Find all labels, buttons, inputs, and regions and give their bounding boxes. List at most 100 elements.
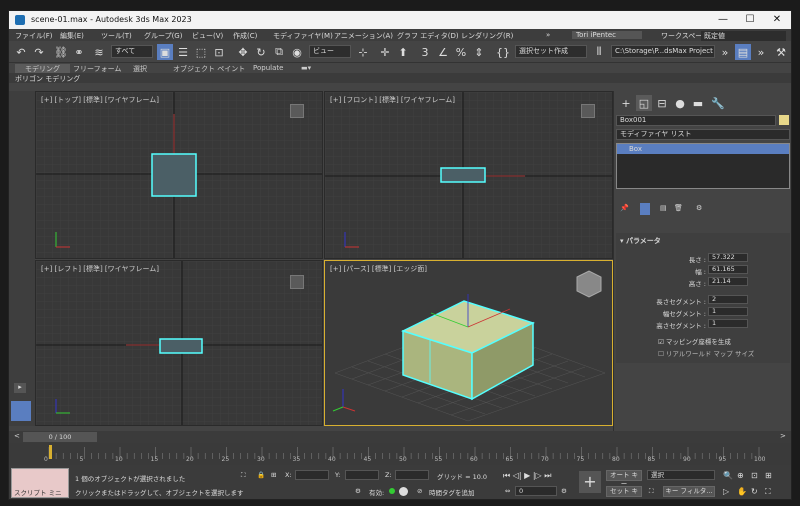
time-tag-icon[interactable]: ⊘: [417, 487, 422, 495]
remove-modifier-icon[interactable]: 🗑: [674, 204, 683, 212]
play-side-icon[interactable]: ▸: [14, 383, 26, 393]
select-by-name-icon[interactable]: ☰: [175, 44, 191, 60]
viewport-perspective-label[interactable]: [+] [パース] [標準] [エッジ面]: [330, 264, 427, 274]
viewport-left-label[interactable]: [+] [レフト] [標準] [ワイヤフレーム]: [41, 264, 159, 274]
time-slider[interactable]: 0 / 100: [23, 432, 97, 442]
close-button[interactable]: ✕: [764, 13, 790, 27]
edit-named-selection-icon[interactable]: {}: [495, 44, 511, 60]
select-manipulate-icon[interactable]: ✛: [377, 44, 393, 60]
toolbar-more-icon[interactable]: »: [717, 44, 733, 60]
menu-animation[interactable]: アニメーション(A): [334, 31, 393, 41]
viewport-top[interactable]: [+] [トップ] [標準] [ワイヤフレーム]: [35, 91, 323, 259]
height-spinner[interactable]: 21.14: [708, 277, 748, 286]
set-key-button[interactable]: セット キー: [606, 486, 642, 499]
key-mode-icon[interactable]: ⇔: [505, 487, 510, 495]
menu-more[interactable]: »: [546, 31, 550, 39]
snap-toggle-icon[interactable]: 3: [417, 44, 433, 60]
zoom-icon[interactable]: 🔍: [723, 471, 733, 480]
menu-view[interactable]: ビュー(V): [192, 31, 223, 41]
zoom-all-icon[interactable]: ⊕: [737, 471, 744, 480]
utilities-tab-icon[interactable]: 🔧: [710, 95, 726, 111]
link-icon[interactable]: ⛓: [53, 44, 69, 60]
maxscript-listener[interactable]: スクリプト ミニ リス: [11, 468, 69, 498]
adaptive-degradation-icon[interactable]: ⚙: [355, 487, 361, 495]
angle-snap-icon[interactable]: ∠: [435, 44, 451, 60]
menu-create[interactable]: 作成(C): [233, 31, 257, 41]
maximize-button[interactable]: ☐: [737, 13, 763, 27]
enabled-indicator[interactable]: [389, 488, 395, 494]
viewport-perspective[interactable]: [+] [パース] [標準] [エッジ面]: [324, 260, 613, 426]
enabled-toggle-icon[interactable]: [399, 487, 408, 496]
user-menu[interactable]: Tori iPentec: [572, 31, 642, 39]
mirror-icon[interactable]: ⫴: [591, 44, 607, 60]
menu-rendering[interactable]: レンダリング(R): [461, 31, 513, 41]
menu-graph-editors[interactable]: グラフ エディタ(D): [397, 31, 459, 41]
motion-tab-icon[interactable]: ●: [672, 95, 688, 111]
scale-icon[interactable]: ⧉: [271, 44, 287, 60]
realworld-map-checkbox[interactable]: ☐ リアルワールド マップ サイズ: [658, 348, 754, 358]
width-spinner[interactable]: 61.165: [708, 265, 748, 274]
tools-icon[interactable]: ⚒: [773, 44, 789, 60]
place-icon[interactable]: ◉: [289, 44, 305, 60]
gen-mapping-checkbox[interactable]: ☑ マッピング座標を生成: [658, 336, 731, 346]
orbit-icon[interactable]: ↻: [751, 487, 758, 496]
menu-group[interactable]: グループ(G): [144, 31, 182, 41]
auto-key-button[interactable]: オート キー: [606, 470, 642, 488]
region-select-icon[interactable]: ⬚: [193, 44, 209, 60]
selection-set-dropdown[interactable]: 選択: [647, 470, 715, 480]
minimize-button[interactable]: —: [710, 13, 736, 27]
key-filter-icon[interactable]: ⛶: [649, 487, 654, 496]
spinner-snap-icon[interactable]: ⇕: [471, 44, 487, 60]
move-icon[interactable]: ✥: [235, 44, 251, 60]
time-prev-icon[interactable]: <: [14, 432, 20, 440]
viewport-left[interactable]: [+] [レフト] [標準] [ワイヤフレーム]: [35, 260, 323, 426]
display-tab-icon[interactable]: ▬: [690, 95, 706, 111]
zoom-extents-all-icon[interactable]: ⊞: [765, 471, 772, 480]
time-config-icon[interactable]: ⚙: [561, 487, 567, 495]
rotate-icon[interactable]: ↻: [253, 44, 269, 60]
length-segs-spinner[interactable]: 2: [708, 295, 748, 304]
show-end-result-icon[interactable]: [640, 203, 650, 215]
redo-icon[interactable]: ↷: [31, 44, 47, 60]
unlink-icon[interactable]: ⚭: [71, 44, 87, 60]
modifier-stack-item[interactable]: Box: [617, 144, 789, 154]
viewport-layout-icon[interactable]: [11, 401, 31, 421]
ribbon-options-icon[interactable]: ▬▾: [301, 64, 311, 72]
track-bar[interactable]: 0 5 10 15 20 25 30 35 40 45 50 55 60 65 70 75 80 85 90 95 10…: [9, 443, 791, 465]
field-of-view-icon[interactable]: ▷: [723, 487, 729, 496]
y-coordinate-field[interactable]: [345, 470, 379, 480]
undo-icon[interactable]: ↶: [13, 44, 29, 60]
absolute-mode-icon[interactable]: ⊞: [271, 471, 276, 479]
menu-modifiers[interactable]: モディファイヤ(M): [273, 31, 333, 41]
selection-filter-dropdown[interactable]: すべて: [111, 45, 153, 58]
configure-sets-icon[interactable]: ⚙: [696, 204, 702, 212]
modifier-list-dropdown[interactable]: モディファイヤ リスト: [616, 129, 790, 140]
viewport-front[interactable]: [+] [フロント] [標準] [ワイヤフレーム]: [324, 91, 613, 259]
project-folder-dropdown[interactable]: C:\Storage\P...dsMax Project: [611, 45, 715, 58]
width-segs-spinner[interactable]: 1: [708, 307, 748, 316]
viewport-top-label[interactable]: [+] [トップ] [標準] [ワイヤフレーム]: [41, 95, 159, 105]
menu-file[interactable]: ファイル(F): [15, 31, 53, 41]
bind-spacewarp-icon[interactable]: ≋: [91, 44, 107, 60]
time-next-icon[interactable]: >: [780, 432, 786, 440]
modify-tab-icon[interactable]: ◱: [636, 95, 652, 111]
set-key-big-button[interactable]: +: [579, 471, 601, 493]
pivot-center-icon[interactable]: ⊹: [355, 44, 371, 60]
rollout-header[interactable]: ▾ パラメータ: [620, 236, 661, 246]
length-spinner[interactable]: 57.322: [708, 253, 748, 262]
make-unique-icon[interactable]: ▤: [660, 204, 667, 212]
command-panel-toggle-icon[interactable]: ▤: [735, 44, 751, 60]
z-coordinate-field[interactable]: [395, 470, 429, 480]
create-tab-icon[interactable]: +: [618, 95, 634, 111]
pin-stack-icon[interactable]: 📌: [620, 204, 629, 212]
viewcube-icon[interactable]: [581, 104, 595, 118]
menu-edit[interactable]: 編集(E): [60, 31, 84, 41]
menu-tools[interactable]: ツール(T): [101, 31, 132, 41]
height-segs-spinner[interactable]: 1: [708, 319, 748, 328]
percent-snap-icon[interactable]: %: [453, 44, 469, 60]
object-color-swatch[interactable]: [779, 115, 789, 125]
playback-controls[interactable]: ⏮ ◁| ▶ |▷ ⏭: [503, 471, 551, 481]
lock-icon[interactable]: 🔒: [257, 471, 265, 479]
toolbar-overflow-icon[interactable]: »: [753, 44, 769, 60]
viewport-front-label[interactable]: [+] [フロント] [標準] [ワイヤフレーム]: [330, 95, 455, 105]
